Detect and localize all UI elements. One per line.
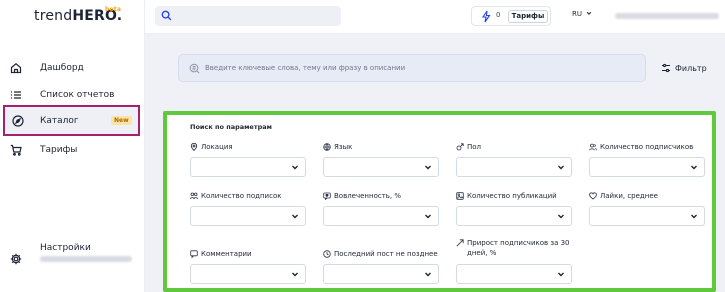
sidebar-item-reports[interactable]: Список отчетов	[0, 85, 145, 105]
field-label-text: Прирост подписчиков за 30 дней, %	[467, 239, 570, 257]
chevron-down-icon	[292, 272, 298, 277]
field-label-comments: Комментарии	[190, 248, 252, 260]
top-bar: 0 Тарифы RU	[145, 0, 725, 34]
field-label-last-post: Последний пост не позднее	[323, 248, 438, 260]
chevron-down-icon	[425, 165, 431, 170]
language-label: RU	[572, 10, 582, 18]
chevron-down-icon	[691, 214, 697, 219]
field-label-text: Комментарии	[201, 250, 252, 258]
field-label-language: Язык	[323, 141, 352, 153]
chevron-down-icon	[292, 214, 298, 219]
chevron-down-icon	[586, 11, 592, 15]
location-dropdown[interactable]	[190, 157, 306, 177]
field-label-subscriptions: Количество подписок	[190, 190, 281, 202]
field-label-text: Количество подписок	[201, 192, 282, 200]
clock-icon	[323, 250, 331, 258]
new-badge: New	[111, 116, 132, 125]
list-icon	[11, 91, 21, 99]
settings-label: Настройки	[40, 243, 91, 253]
main-content: Фильтр Поиск по параметрам Локация Язык …	[145, 34, 725, 292]
search-icon	[161, 10, 172, 21]
engagement-icon	[323, 192, 331, 200]
search-parameters-panel: Поиск по параметрам Локация Язык Пол Кол…	[163, 111, 716, 292]
compass-icon	[12, 114, 24, 127]
logo-text: trend	[34, 8, 73, 24]
field-label-text: Пол	[467, 143, 482, 151]
field-label-location: Локация	[190, 141, 233, 153]
field-label-text: Вовлеченность, %	[334, 192, 402, 200]
field-label-engagement: Вовлеченность, %	[323, 190, 401, 202]
sidebar-item-label: Дашборд	[40, 63, 84, 73]
chevron-down-icon	[558, 272, 564, 277]
field-label-followers: Количество подписчиков	[589, 141, 693, 153]
posts-dropdown[interactable]	[456, 206, 572, 226]
sliders-icon	[662, 63, 670, 73]
gender-dropdown[interactable]	[456, 157, 572, 177]
chevron-down-icon	[425, 214, 431, 219]
chevron-down-icon	[558, 214, 564, 219]
subscriptions-icon	[190, 192, 198, 200]
sidebar-item-settings[interactable]: Настройки	[0, 240, 145, 274]
field-label-gender: Пол	[456, 141, 481, 153]
field-label-text: Язык	[334, 143, 353, 151]
follower-growth-dropdown[interactable]	[456, 264, 572, 284]
sidebar-item-label: Тарифы	[40, 145, 78, 155]
global-search-input[interactable]	[155, 6, 341, 26]
sidebar-item-label: Список отчетов	[40, 90, 115, 100]
beta-badge: beta	[105, 6, 122, 13]
sidebar-item-dashboard[interactable]: Дашборд	[0, 58, 145, 78]
filter-label: Фильтр	[675, 63, 707, 73]
account-email-blurred	[40, 256, 132, 262]
filter-button[interactable]: Фильтр	[661, 62, 707, 74]
likes-dropdown[interactable]	[589, 206, 705, 226]
field-label-posts: Количество публикаций	[456, 190, 557, 202]
language-dropdown[interactable]	[323, 157, 439, 177]
heart-icon	[589, 192, 597, 200]
keyword-search-input[interactable]	[205, 59, 635, 77]
sidebar: trendHERO. beta Дашборд Список отчетов К…	[0, 0, 145, 292]
chevron-down-icon	[425, 272, 431, 277]
hashtag-search-icon	[189, 63, 200, 74]
field-label-text: Количество публикаций	[467, 192, 557, 200]
gear-icon	[10, 253, 22, 265]
bolt-icon	[481, 10, 491, 23]
field-label-text: Лайки, среднее	[600, 192, 658, 200]
user-email-blurred[interactable]	[615, 13, 719, 19]
keyword-search-box	[178, 54, 646, 82]
sidebar-item-label: Каталог	[40, 115, 79, 126]
field-label-likes: Лайки, среднее	[589, 190, 658, 202]
engagement-dropdown[interactable]	[323, 206, 439, 226]
chevron-down-icon	[292, 165, 298, 170]
comments-dropdown[interactable]	[190, 264, 306, 284]
credits-count: 0	[496, 11, 501, 19]
users-icon	[589, 143, 597, 151]
location-icon	[190, 143, 198, 151]
last-post-dropdown[interactable]	[323, 264, 439, 284]
panel-title: Поиск по параметрам	[190, 123, 272, 131]
subscriptions-dropdown[interactable]	[190, 206, 306, 226]
field-label-text: Последний пост не позднее	[334, 250, 438, 258]
cart-icon	[10, 144, 22, 156]
image-icon	[456, 192, 464, 200]
sidebar-item-tariffs[interactable]: Тарифы	[0, 140, 145, 160]
gender-icon	[456, 143, 464, 151]
followers-dropdown[interactable]	[589, 157, 705, 177]
growth-icon	[456, 239, 464, 247]
app-logo[interactable]: trendHERO. beta	[34, 6, 122, 24]
credits-widget: 0 Тарифы	[471, 6, 551, 26]
comment-icon	[190, 250, 198, 258]
chevron-down-icon	[558, 165, 564, 170]
home-icon	[10, 63, 22, 74]
sidebar-item-catalog[interactable]: Каталог New	[3, 105, 140, 136]
globe-icon	[323, 143, 331, 151]
field-label-text: Локация	[201, 143, 233, 151]
field-label-follower-growth: Прирост подписчиков за 30 дней, %	[456, 238, 576, 260]
tariffs-button[interactable]: Тарифы	[508, 10, 548, 23]
field-label-text: Количество подписчиков	[600, 143, 694, 151]
chevron-down-icon	[691, 165, 697, 170]
language-selector[interactable]: RU	[572, 10, 592, 18]
